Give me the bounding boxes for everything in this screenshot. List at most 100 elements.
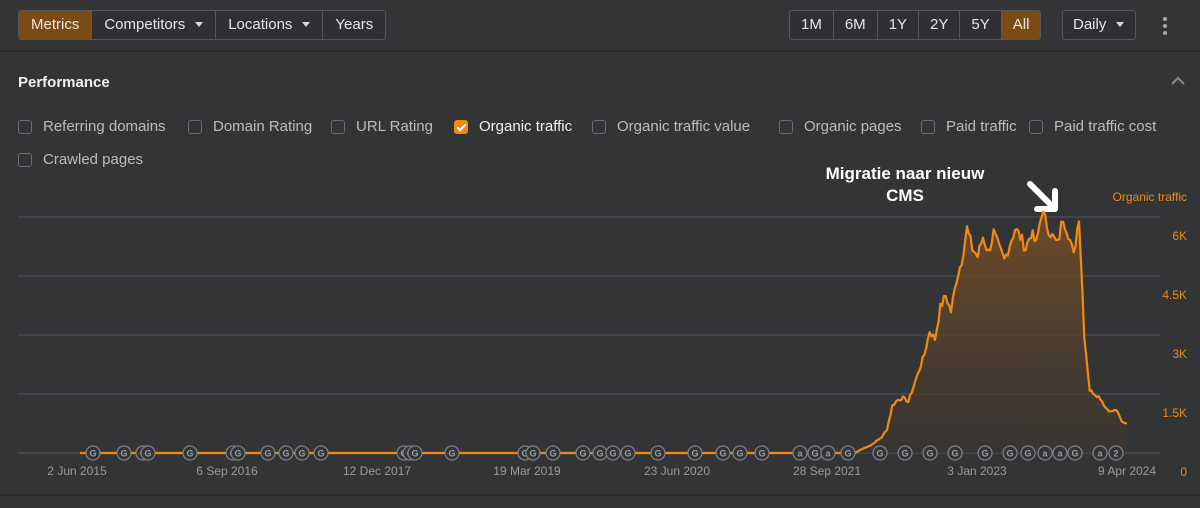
checkbox-label: Organic traffic value [617,118,751,135]
event-marker-google-update-icon[interactable]: G [592,445,608,461]
checkbox-organic-traffic-value[interactable]: Organic traffic value [592,118,750,135]
checkbox-organic-pages[interactable]: Organic pages [779,118,902,135]
range-all[interactable]: All [1001,11,1041,39]
event-marker-google-update-icon[interactable]: G [1002,445,1018,461]
event-marker-google-update-icon[interactable]: G [294,445,310,461]
tab-label: Locations [228,16,293,33]
event-marker-google-update-icon[interactable]: G [140,445,156,461]
svg-text:G: G [901,449,908,459]
svg-text:G: G [596,449,603,459]
tab-label: Years [335,16,374,33]
event-marker-google-update-icon[interactable]: G [754,445,770,461]
range-2y[interactable]: 2Y [919,11,961,39]
checkbox-crawled-pages[interactable]: Crawled pages [18,151,143,168]
svg-text:G: G [926,449,933,459]
checkbox-icon [1029,119,1043,134]
checkbox-icon [188,119,202,134]
checkbox-domain-rating[interactable]: Domain Rating [188,118,312,135]
event-marker-annotation-icon[interactable]: a [820,445,836,461]
kebab-menu-icon[interactable] [1161,15,1169,37]
annotation-line-1: Migratie naar nieuw [825,164,985,183]
event-marker-google-update-icon[interactable]: G [840,445,856,461]
svg-text:G: G [758,449,765,459]
range-1m[interactable]: 1M [790,11,834,39]
checkbox-icon [18,152,32,167]
event-marker-google-update-icon[interactable]: G [1067,445,1083,461]
panel-title: Performance [18,74,110,91]
range-5y[interactable]: 5Y [960,11,1002,39]
svg-text:G: G [1024,449,1031,459]
svg-text:G: G [654,449,661,459]
checkbox-checked-icon [454,119,468,134]
checkbox-icon [18,119,32,134]
event-marker-google-update-icon[interactable]: G [278,445,294,461]
date-range-selector: 1M 6M 1Y 2Y 5Y All [789,10,1042,40]
event-marker-google-update-icon[interactable]: G [260,445,276,461]
checkbox-icon [331,119,345,134]
svg-text:G: G [264,449,271,459]
tab-label: Competitors [104,16,186,33]
event-marker-google-update-icon[interactable]: G [922,445,938,461]
tab-competitors[interactable]: Competitors [92,11,217,39]
svg-text:G: G [609,449,616,459]
event-marker-google-update-icon[interactable]: G [313,445,329,461]
event-marker-google-update-icon[interactable]: G [182,445,198,461]
organic-traffic-chart: GGGGGGGGGGGGGGGGGGGGGGGGGGGaGaGGGGGGGGaa… [18,210,1160,461]
event-marker-google-update-icon[interactable]: G [85,445,101,461]
event-marker-google-update-icon[interactable]: G [807,445,823,461]
chevron-down-icon [1116,21,1125,27]
checkbox-paid-traffic-cost[interactable]: Paid traffic cost [1029,118,1156,135]
event-marker-google-update-icon[interactable]: G [1020,445,1036,461]
event-marker-google-update-icon[interactable]: G [732,445,748,461]
event-marker-cluster-icon[interactable]: 2 [1108,445,1124,461]
divider [0,494,1200,496]
event-marker-annotation-icon[interactable]: a [1052,445,1068,461]
event-marker-google-update-icon[interactable]: G [116,445,132,461]
event-marker-annotation-icon[interactable]: a [1037,445,1053,461]
checkbox-label: Paid traffic cost [1054,118,1157,135]
svg-text:G: G [549,449,556,459]
event-marker-google-update-icon[interactable]: G [605,445,621,461]
svg-text:G: G [1071,449,1078,459]
event-marker-google-update-icon[interactable]: G [947,445,963,461]
range-6m[interactable]: 6M [833,11,878,39]
event-marker-google-update-icon[interactable]: G [407,445,423,461]
svg-text:G: G [736,449,743,459]
event-marker-google-update-icon[interactable]: G [650,445,666,461]
event-marker-annotation-icon[interactable]: a [1092,445,1108,461]
event-marker-google-update-icon[interactable]: G [620,445,636,461]
event-marker-google-update-icon[interactable]: G [872,445,888,461]
tab-years[interactable]: Years [323,11,386,39]
checkbox-label: URL Rating [356,118,433,135]
tab-locations[interactable]: Locations [216,11,324,39]
traffic-area [856,211,1127,453]
checkbox-referring-domains[interactable]: Referring domains [18,118,166,135]
chevron-up-icon[interactable] [1171,76,1185,86]
svg-text:G: G [448,449,455,459]
event-marker-google-update-icon[interactable]: G [230,445,246,461]
checkbox-organic-traffic[interactable]: Organic traffic [454,118,572,135]
range-1y[interactable]: 1Y [877,11,920,39]
event-marker-google-update-icon[interactable]: G [525,445,541,461]
interval-dropdown[interactable]: Daily [1062,10,1136,40]
event-marker-google-update-icon[interactable]: G [545,445,561,461]
svg-text:G: G [144,449,151,459]
toolbar: Metrics Competitors Locations Years 1M 6M 1Y 2… [0,0,1200,52]
event-marker-google-update-icon[interactable]: G [444,445,460,461]
checkbox-url-rating[interactable]: URL Rating [331,118,433,135]
svg-text:G: G [89,449,96,459]
event-marker-google-update-icon[interactable]: G [897,445,913,461]
event-marker-google-update-icon[interactable]: G [687,445,703,461]
range-label: 1Y [888,16,908,33]
event-marker-google-update-icon[interactable]: G [977,445,993,461]
checkbox-icon [779,119,793,134]
tab-metrics[interactable]: Metrics [19,11,93,39]
event-marker-google-update-icon[interactable]: G [715,445,731,461]
event-marker-annotation-icon[interactable]: a [792,445,808,461]
chevron-down-icon [195,21,204,27]
chevron-down-icon [302,21,311,27]
checkbox-paid-traffic[interactable]: Paid traffic [921,118,1017,135]
svg-text:2: 2 [1113,449,1118,459]
svg-text:G: G [317,449,324,459]
event-marker-google-update-icon[interactable]: G [575,445,591,461]
